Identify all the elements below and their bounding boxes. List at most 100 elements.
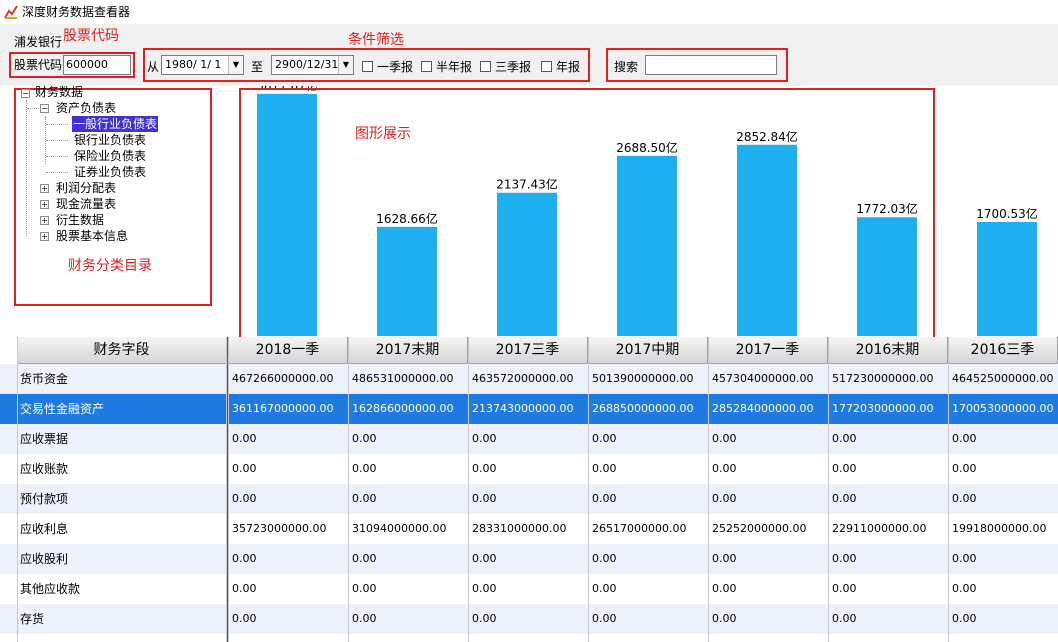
tree-expand-icon[interactable]: + [40,184,49,193]
tree-expand-icon[interactable]: + [40,200,49,209]
checkbox-half-year[interactable] [421,61,432,72]
table-cell-value: 0.00 [232,432,257,445]
search-label: 搜索 [614,60,639,74]
table-cell-value: 0.00 [472,432,497,445]
tree-item-securities-balance[interactable]: 证券业负债表 [74,164,146,180]
checkbox-q3-label[interactable]: 三季报 [495,59,531,75]
table-cell-value: 0.00 [832,582,857,595]
table-cell-value: 170053000000.00 [952,402,1054,415]
table-cell-value: 0.00 [712,462,737,475]
tree-item-cashflow[interactable]: 现金流量表 [56,196,116,212]
checkbox-q1[interactable] [362,61,373,72]
table-cell-field: 应收票据 [20,432,69,446]
stock-code-label: 股票代码 [14,58,63,72]
search-input[interactable] [645,55,777,75]
table-cell-field: 存货 [20,612,45,626]
header-period[interactable]: 2017三季 [468,337,588,364]
table-cell-value: 0.00 [472,462,497,475]
tree-expand-icon[interactable]: + [40,232,49,241]
table-row[interactable]: 预付款项 0.00 0.00 0.00 0.00 0.00 0.00 0.00 [0,484,1058,514]
checkbox-half-year-label[interactable]: 半年报 [436,59,472,75]
table-cell-value: 463572000000.00 [472,372,574,385]
tree-item-balance[interactable]: 资产负债表 [56,100,116,116]
table-cell-value: 0.00 [232,582,257,595]
table-cell-value: 0.00 [832,462,857,475]
from-date-picker[interactable]: 1980/ 1/ 1 ▼ [161,55,244,75]
table-cell-value: 25252000000.00 [712,522,807,535]
checkbox-annual-label[interactable]: 年报 [556,59,580,75]
tree-item-profit[interactable]: 利润分配表 [56,180,116,196]
grid-line [828,337,829,642]
table-cell-value: 361167000000.00 [232,402,334,415]
table-cell-value: 457304000000.00 [712,372,814,385]
title-bar: 深度财务数据查看器 [0,0,1058,24]
table-cell-value: 464525000000.00 [952,372,1054,385]
header-field[interactable]: 财务字段 [17,337,227,364]
chart-bar[interactable] [977,222,1037,336]
table-cell-value: 0.00 [472,492,497,505]
header-period[interactable]: 2016三季 [948,337,1058,364]
stock-code-input[interactable]: 600000 [63,55,131,75]
to-label: 至 [251,60,264,74]
table-cell-value: 0.00 [592,612,617,625]
tree-collapse-icon[interactable]: − [40,104,49,113]
checkbox-annual[interactable] [541,61,552,72]
to-date-picker[interactable]: 2900/12/31 ▼ [271,55,354,75]
table-cell-field: 应收股利 [20,552,69,566]
table-row[interactable]: 应收股利 0.00 0.00 0.00 0.00 0.00 0.00 0.00 [0,544,1058,574]
tree-collapse-icon[interactable]: − [21,89,30,98]
toolbar: 浦发银行 股票代码 条件筛选 股票代码 600000 从 1980/ 1/ 1 … [0,24,1058,86]
table-row[interactable]: 应收账款 0.00 0.00 0.00 0.00 0.00 0.00 0.00 [0,454,1058,484]
tree-expand-icon[interactable]: + [40,216,49,225]
grid-line [348,337,349,642]
tree-item-root[interactable]: 财务数据 [35,84,83,100]
tree-item-bank-balance[interactable]: 银行业负债表 [74,132,146,148]
category-tree: − 财务数据 − 资产负债表 一般行业负债表 银行业负债表 保险业负债表 证券业… [0,84,226,334]
table-row[interactable]: 交易性金融资产 361167000000.00 162866000000.00 213… [0,394,1058,424]
data-grid: 财务字段 2018一季 2017末期 2017三季 2017中期 2017一季 2016末… [0,337,1058,642]
table-cell-value: 0.00 [952,612,977,625]
grid-line [226,337,227,642]
table-cell-value: 31094000000.00 [352,522,447,535]
table-cell-value: 0.00 [952,432,977,445]
table-cell-value: 0.00 [832,492,857,505]
chevron-down-icon[interactable]: ▼ [338,56,353,74]
app-chart-icon [4,5,18,19]
tree-item-derived[interactable]: 衍生数据 [56,212,104,228]
checkbox-q1-label[interactable]: 一季报 [377,59,413,75]
table-cell-value: 0.00 [832,612,857,625]
table-cell-value: 0.00 [712,612,737,625]
chart-panel: 3611.67亿1628.66亿2137.43亿2688.50亿2852.84亿… [227,86,1058,344]
header-period[interactable]: 2017一季 [708,337,828,364]
table-cell-value: 0.00 [352,552,377,565]
annotation-chart: 图形展示 [355,126,411,142]
table-cell-value: 0.00 [712,432,737,445]
table-cell-value: 26517000000.00 [592,522,687,535]
checkbox-q3[interactable] [480,61,491,72]
table-cell-value: 0.00 [472,582,497,595]
tree-item-general-balance[interactable]: 一般行业负债表 [72,116,159,132]
header-period[interactable]: 2016末期 [828,337,948,364]
chevron-down-icon[interactable]: ▼ [228,56,243,74]
tree-item-insurance-balance[interactable]: 保险业负债表 [74,148,146,164]
tree-item-stock-info[interactable]: 股票基本信息 [56,228,128,244]
table-row[interactable]: 应收利息 35723000000.00 31094000000.00 28331000… [0,514,1058,544]
table-cell-value: 486531000000.00 [352,372,454,385]
table-cell-value: 0.00 [952,552,977,565]
table-row[interactable]: 其他应收款 0.00 0.00 0.00 0.00 0.00 0.00 0.00 [0,574,1058,604]
table-cell-value: 0.00 [712,582,737,595]
annotation-stock-code: 股票代码 [63,28,119,44]
table-row[interactable]: 应收票据 0.00 0.00 0.00 0.00 0.00 0.00 0.00 [0,424,1058,454]
table-cell-value: 0.00 [232,462,257,475]
header-period[interactable]: 2017中期 [588,337,708,364]
grid-line [228,337,229,642]
table-cell-value: 0.00 [952,492,977,505]
table-cell-value: 0.00 [472,552,497,565]
header-period[interactable]: 2018一季 [228,337,348,364]
table-cell-value: 0.00 [352,432,377,445]
table-row[interactable]: 货币资金 467266000000.00 486531000000.00 463572… [0,364,1058,394]
table-row[interactable]: 存货 0.00 0.00 0.00 0.00 0.00 0.00 0.00 [0,604,1058,634]
header-period[interactable]: 2017末期 [348,337,468,364]
table-cell-value: 467266000000.00 [232,372,334,385]
table-cell-value: 0.00 [592,432,617,445]
